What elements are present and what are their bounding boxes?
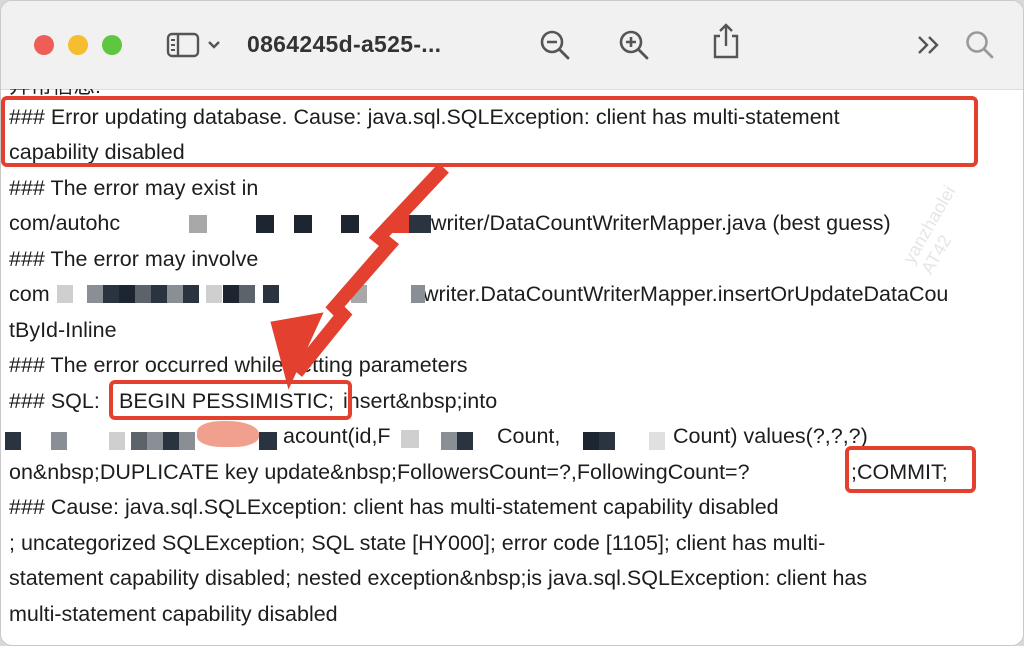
more-toolbar-button[interactable] xyxy=(915,27,943,63)
minimize-button[interactable] xyxy=(68,35,88,55)
sidebar-toggle-button[interactable] xyxy=(165,27,225,63)
close-button[interactable] xyxy=(34,35,54,55)
log-line: ### The error may involve xyxy=(9,247,259,271)
preview-window: 0864245d-a525-... yanzhaolei AT42 ### Er… xyxy=(0,0,1024,646)
zoom-in-icon xyxy=(619,30,649,60)
sidebar-icon xyxy=(166,32,220,58)
zoom-out-button[interactable] xyxy=(537,27,573,63)
red-arrow-annotation xyxy=(270,167,449,390)
log-line: ### SQL: xyxy=(9,389,100,413)
watermark: yanzhaolei AT42 xyxy=(899,182,960,278)
maximize-button[interactable] xyxy=(102,35,122,55)
share-button[interactable] xyxy=(711,23,741,59)
highlight-box-commit xyxy=(845,446,976,493)
log-line: com xyxy=(9,282,50,306)
log-line: Count) values(?,?,?) xyxy=(673,424,868,448)
chevron-down-icon xyxy=(208,41,220,49)
log-line: tById-Inline xyxy=(9,318,117,342)
log-line: ; uncategorized SQLException; SQL state … xyxy=(9,531,826,555)
highlight-box-error xyxy=(1,96,978,167)
title-bar: 0864245d-a525-... xyxy=(1,1,1023,90)
log-line: ### Cause: java.sql.SQLException: client… xyxy=(9,495,779,519)
share-icon xyxy=(713,23,739,59)
log-line: ### The error may exist in xyxy=(9,176,259,200)
log-line: writer.DataCountWriterMapper.insertOrUpd… xyxy=(423,282,949,306)
log-line: on&nbsp;DUPLICATE key update&nbsp;Follow… xyxy=(9,460,750,484)
log-line: statement capability disabled; nested ex… xyxy=(9,566,868,590)
document-content: yanzhaolei AT42 异常信息: ### Error updating… xyxy=(1,89,1023,645)
search-icon xyxy=(966,31,994,59)
double-chevron-icon xyxy=(918,36,939,54)
log-line: multi-statement capability disabled xyxy=(9,602,338,626)
zoom-out-icon xyxy=(540,30,570,60)
zoom-in-button[interactable] xyxy=(616,27,652,63)
log-line: acount(id,F xyxy=(283,424,391,448)
log-line: writer/DataCountWriterMapper.java (best … xyxy=(431,211,891,235)
document-title: 0864245d-a525-... xyxy=(247,31,442,57)
search-button[interactable] xyxy=(963,27,997,63)
log-line: com/autohc xyxy=(9,211,121,235)
log-line: Count, xyxy=(497,424,561,448)
